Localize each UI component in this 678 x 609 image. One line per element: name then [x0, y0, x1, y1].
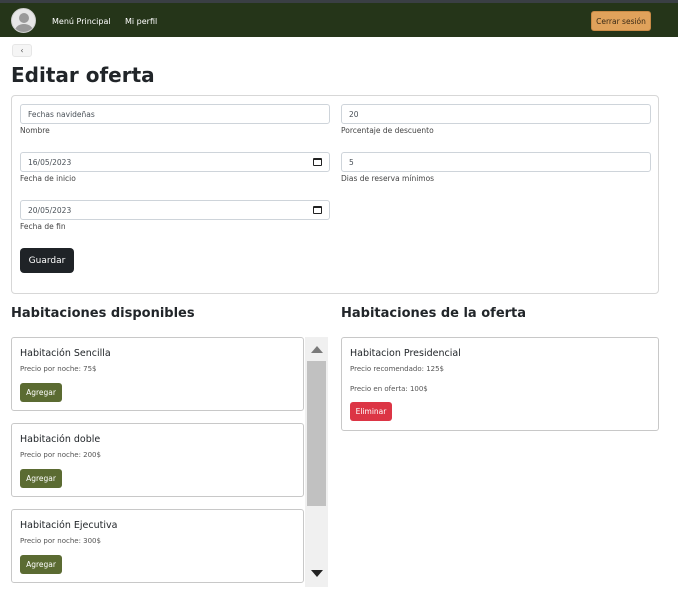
avatar-body-shape: [15, 24, 33, 32]
add-room-button[interactable]: Agregar: [20, 469, 62, 488]
recommended-price: Precio recomendado: 125$: [350, 365, 445, 373]
calendar-icon[interactable]: [313, 206, 322, 214]
discount-input[interactable]: 20: [341, 104, 651, 124]
available-rooms-list[interactable]: Habitación Sencilla Precio por noche: 75…: [11, 337, 329, 587]
page-title: Editar oferta: [11, 63, 155, 87]
offer-room-name: Habitacion Presidencial: [350, 348, 461, 359]
room-name: Habitación Sencilla: [20, 348, 111, 359]
scrollbar-thumb[interactable]: [307, 361, 326, 506]
navbar: Menú Principal Mi perfil Cerrar sesión: [0, 3, 678, 37]
start-date-input[interactable]: 16/05/2023: [20, 152, 330, 172]
save-button[interactable]: Guardar: [20, 248, 74, 273]
room-price: Precio por noche: 300$: [20, 537, 101, 545]
logout-button[interactable]: Cerrar sesión: [591, 11, 651, 31]
name-input-value: Fechas navideñas: [28, 109, 95, 119]
avatar-head-shape: [19, 13, 29, 23]
back-button[interactable]: ‹: [12, 44, 32, 57]
room-card: Habitación Ejecutiva Precio por noche: 3…: [11, 509, 304, 583]
name-label: Nombre: [20, 126, 50, 135]
room-name: Habitación doble: [20, 434, 101, 445]
min-days-value: 5: [349, 157, 354, 167]
end-date-label: Fecha de fin: [20, 222, 66, 231]
delete-room-button[interactable]: Eliminar: [350, 402, 392, 421]
end-date-input[interactable]: 20/05/2023: [20, 200, 330, 220]
room-price: Precio por noche: 200$: [20, 451, 101, 459]
discount-label: Porcentaje de descuento: [341, 126, 434, 135]
calendar-icon[interactable]: [313, 158, 322, 166]
min-days-label: Dias de reserva mínimos: [341, 174, 435, 183]
room-card: Habitación doble Precio por noche: 200$ …: [11, 423, 304, 497]
nav-link-profile[interactable]: Mi perfil: [125, 17, 157, 26]
nav-link-home[interactable]: Menú Principal: [52, 17, 111, 26]
add-room-button[interactable]: Agregar: [20, 555, 62, 574]
scroll-up-arrow-icon[interactable]: [311, 346, 323, 353]
room-name: Habitación Ejecutiva: [20, 520, 118, 531]
offer-price: Precio en oferta: 100$: [350, 385, 428, 393]
offer-form: Fechas navideñas Nombre 20 Porcentaje de…: [11, 95, 659, 294]
start-date-label: Fecha de inicio: [20, 174, 76, 183]
add-room-button[interactable]: Agregar: [20, 383, 62, 402]
available-rooms-title: Habitaciones disponibles: [11, 306, 195, 321]
discount-input-value: 20: [349, 109, 359, 119]
start-date-value: 16/05/2023: [28, 157, 72, 167]
room-price: Precio por noche: 75$: [20, 365, 97, 373]
offer-room-card: Habitacion Presidencial Precio recomenda…: [341, 337, 659, 431]
offer-rooms-title: Habitaciones de la oferta: [341, 306, 527, 321]
name-input[interactable]: Fechas navideñas: [20, 104, 330, 124]
min-days-input[interactable]: 5: [341, 152, 651, 172]
rooms-scrollbar[interactable]: [305, 337, 328, 587]
end-date-value: 20/05/2023: [28, 205, 72, 215]
scroll-down-arrow-icon[interactable]: [311, 570, 323, 577]
avatar[interactable]: [11, 8, 36, 33]
room-card: Habitación Sencilla Precio por noche: 75…: [11, 337, 304, 411]
